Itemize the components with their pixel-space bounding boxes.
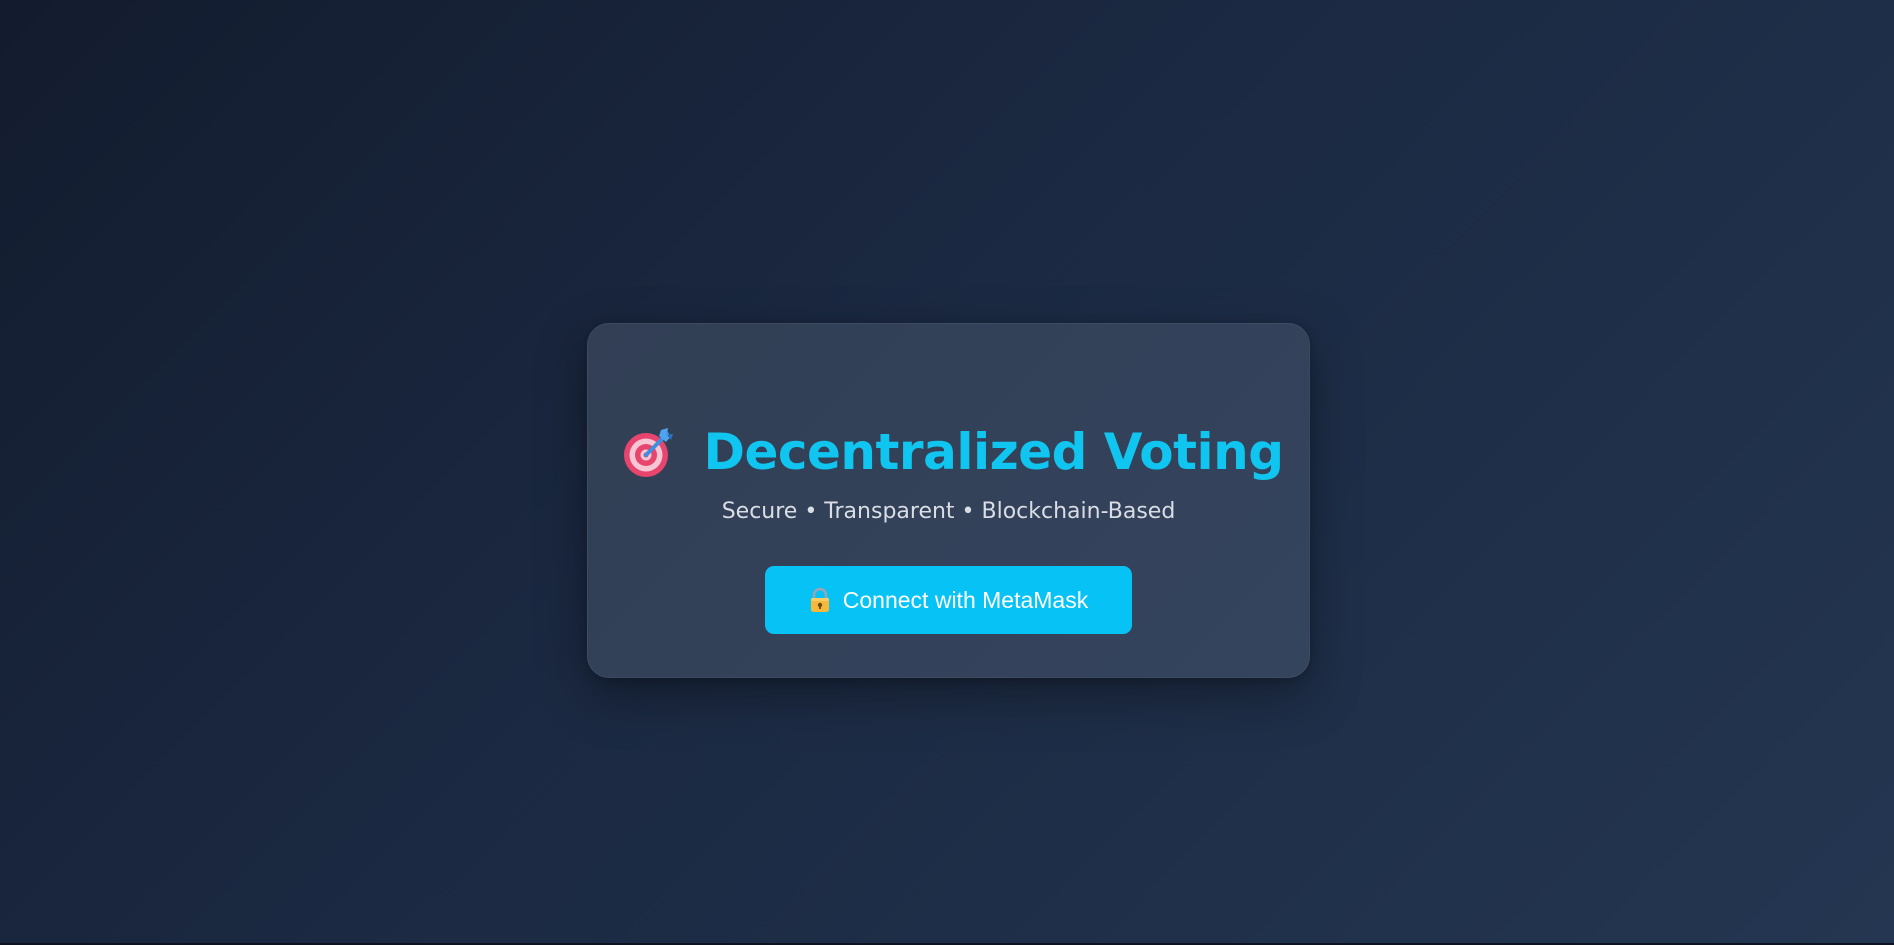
title-row: Decentralized Voting — [588, 417, 1309, 487]
subtitle: Secure • Transparent • Blockchain-Based — [721, 499, 1176, 524]
page-title: Decentralized Voting — [703, 423, 1284, 481]
target-dart-icon — [621, 424, 677, 480]
page-background: { "login_card": { "title": "Decentralize… — [0, 0, 1894, 945]
lock-icon — [809, 587, 831, 613]
connect-button-label: Connect with MetaMask — [842, 586, 1089, 613]
connect-metamask-button[interactable]: Connect with MetaMask — [765, 566, 1132, 634]
login-card: Decentralized Voting Secure • Transparen… — [587, 323, 1310, 678]
